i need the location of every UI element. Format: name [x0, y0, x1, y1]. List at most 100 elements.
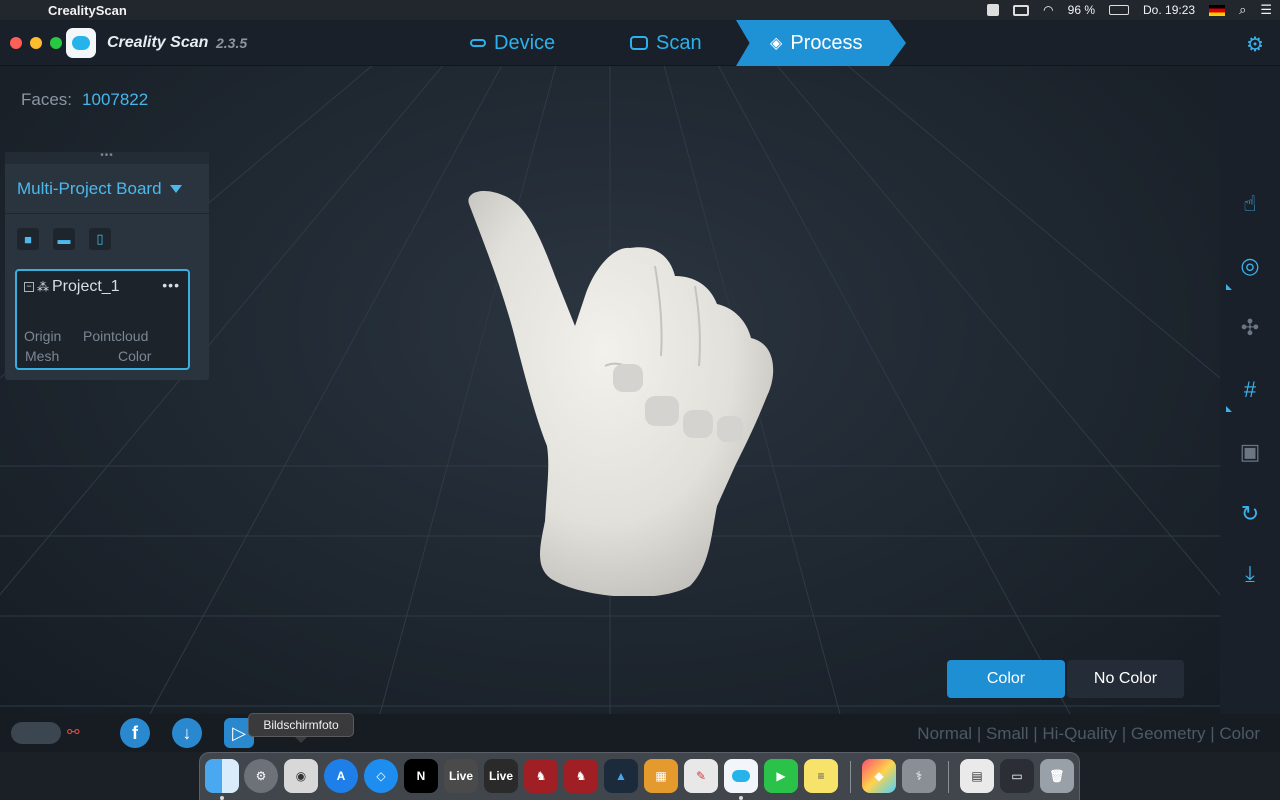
no-color-button[interactable]: No Color	[1067, 660, 1184, 698]
disk-utility-icon[interactable]: ⚕	[902, 759, 936, 793]
caret-down-icon	[169, 184, 182, 193]
texture-image-icon[interactable]: ▣	[1236, 438, 1264, 466]
pixelmator-icon[interactable]: ✎	[684, 759, 718, 793]
finder-icon[interactable]	[205, 759, 239, 793]
german-flag-icon[interactable]	[1209, 4, 1226, 16]
live-label-1: Live	[448, 769, 473, 783]
scan-icon	[630, 36, 648, 50]
merge-icon[interactable]: ✣	[1236, 314, 1264, 342]
zoom-window-button[interactable]	[50, 37, 62, 49]
dock: ⚙ ◉ A ◇ N Live Live ♞ ♞ ▲ ▦ ✎ ▶ ≡ ◆ ⚕ ▤ …	[199, 752, 1080, 800]
expand-corner-icon	[1226, 406, 1232, 412]
mode-normal[interactable]: Normal	[917, 724, 972, 743]
rotate-refresh-icon[interactable]: ↻	[1236, 500, 1264, 528]
tab-scan[interactable]: Scan	[630, 28, 702, 58]
airplay-icon[interactable]	[1013, 4, 1030, 16]
faces-value: 1007822	[82, 90, 149, 109]
app-store-icon[interactable]: A	[324, 759, 358, 793]
3d-viewport[interactable]: Faces: 1007822 ••• Multi-Project Board ■ …	[0, 66, 1220, 714]
scan-mode-selector: Normal | Small | Hi-Quality | Geometry |…	[917, 724, 1260, 743]
device-icon	[470, 39, 486, 47]
scanner-device-icon[interactable]	[11, 722, 61, 744]
screenshot-app-icon[interactable]: ◉	[284, 759, 318, 793]
project-nodes-icon: ⁂	[37, 280, 49, 294]
project-name-row: − ⁂ Project_1	[24, 278, 120, 296]
mode-color[interactable]: Color	[1219, 724, 1260, 743]
open-folder-icon[interactable]: ▬	[53, 228, 75, 250]
multi-project-board: ••• Multi-Project Board ■ ▬ ▯ − ⁂ Projec…	[5, 151, 209, 380]
color-button[interactable]: Color	[947, 660, 1065, 698]
project-item-origin[interactable]: Origin	[24, 328, 61, 344]
mode-hi-quality[interactable]: Hi-Quality	[1042, 724, 1117, 743]
window-controls	[10, 37, 62, 49]
running-indicator	[220, 796, 224, 800]
menubar-status-area: ◠ 96 % Do. 19:23 ⌕ ☰	[987, 0, 1272, 20]
battery-icon[interactable]	[1109, 5, 1130, 15]
creality-scan-dock-icon[interactable]	[724, 759, 758, 793]
download-icon[interactable]: ↓	[172, 718, 202, 748]
board-title-dropdown[interactable]: Multi-Project Board	[5, 164, 209, 214]
scanned-hand-model[interactable]	[455, 126, 785, 596]
board-toolbar: ■ ▬ ▯	[5, 214, 209, 250]
select-pointer-icon[interactable]: ☝	[1236, 190, 1264, 218]
spotlight-search-icon[interactable]: ⌕	[1239, 2, 1246, 18]
battery-percent: 96 %	[1067, 3, 1096, 17]
notification-center-icon[interactable]: ☰	[1260, 2, 1272, 18]
dock-separator	[948, 761, 949, 793]
live-label-2: Live	[488, 769, 513, 783]
new-project-cube-icon[interactable]: ■	[17, 228, 39, 250]
facetime-icon[interactable]: ▶	[764, 759, 798, 793]
control-strip-icon[interactable]	[987, 4, 1000, 16]
disconnected-link-icon[interactable]: ⚯	[67, 723, 80, 741]
app-title: Creality Scan	[107, 34, 209, 51]
panel-drag-handle[interactable]: •••	[5, 151, 209, 164]
more-options-icon[interactable]: •••	[162, 277, 180, 293]
facebook-icon[interactable]: f	[120, 718, 150, 748]
ableton-live-icon-1[interactable]: Live	[444, 759, 478, 793]
dock-separator	[850, 761, 851, 793]
ableton-live-icon-2[interactable]: Live	[484, 759, 518, 793]
settings-gear-icon[interactable]: ⚙	[1246, 32, 1264, 57]
menubar-app-name[interactable]: CrealityScan	[48, 3, 127, 18]
minimize-window-button[interactable]	[30, 37, 42, 49]
expand-corner-icon	[1226, 284, 1232, 290]
tab-process[interactable]: ◈ Process	[736, 20, 906, 66]
layers-icon: ◈	[770, 35, 783, 52]
system-preferences-icon[interactable]: ⚙	[244, 759, 278, 793]
tab-process-label: Process	[790, 31, 863, 54]
faces-label: Faces:	[21, 90, 73, 109]
app-logo-icon	[66, 28, 96, 58]
dragon-app-icon-1[interactable]: ♞	[524, 759, 558, 793]
project-name: Project_1	[52, 278, 120, 295]
document-icon[interactable]: ▤	[960, 759, 994, 793]
wifi-icon[interactable]: ◠	[1043, 3, 1053, 17]
affinity-designer-icon[interactable]: ▲	[604, 759, 638, 793]
project-item-mesh[interactable]: Mesh	[25, 348, 59, 364]
export-download-icon[interactable]: ⤓	[1236, 560, 1264, 588]
trash-icon[interactable]: 🗑	[1040, 759, 1074, 793]
mesh-grid-icon[interactable]: #	[1236, 376, 1264, 404]
preview-photos-icon[interactable]: ▦	[644, 759, 678, 793]
faces-count: Faces: 1007822	[21, 90, 148, 110]
notes-icon[interactable]: ≡	[804, 759, 838, 793]
color-sync-icon[interactable]: ◆	[862, 759, 896, 793]
board-title: Multi-Project Board	[17, 178, 162, 198]
stitch-icon[interactable]: ◎	[1236, 252, 1264, 280]
native-instruments-icon[interactable]: N	[404, 759, 438, 793]
project-item-color[interactable]: Color	[118, 348, 151, 364]
close-window-button[interactable]	[10, 37, 22, 49]
mode-small[interactable]: Small	[986, 724, 1029, 743]
safari-icon[interactable]: ◇	[364, 759, 398, 793]
status-bar: ⚯ f ↓ ▷ Normal | Small | Hi-Quality | Ge…	[0, 714, 1280, 752]
menubar-datetime[interactable]: Do. 19:23	[1143, 3, 1195, 17]
project-card[interactable]: − ⁂ Project_1 ••• Origin Pointcloud Mesh…	[15, 269, 190, 370]
dock-tooltip: Bildschirmfoto	[248, 713, 354, 743]
tab-scan-label: Scan	[656, 31, 702, 54]
mobile-device-icon[interactable]: ▯	[89, 228, 111, 250]
dragon-app-icon-2[interactable]: ♞	[564, 759, 598, 793]
screenshot-thumbnail-icon[interactable]: ▭	[1000, 759, 1034, 793]
tab-device[interactable]: Device	[470, 28, 555, 58]
collapse-icon[interactable]: −	[24, 282, 34, 292]
mode-geometry[interactable]: Geometry	[1131, 724, 1206, 743]
project-item-pointcloud[interactable]: Pointcloud	[83, 328, 148, 344]
